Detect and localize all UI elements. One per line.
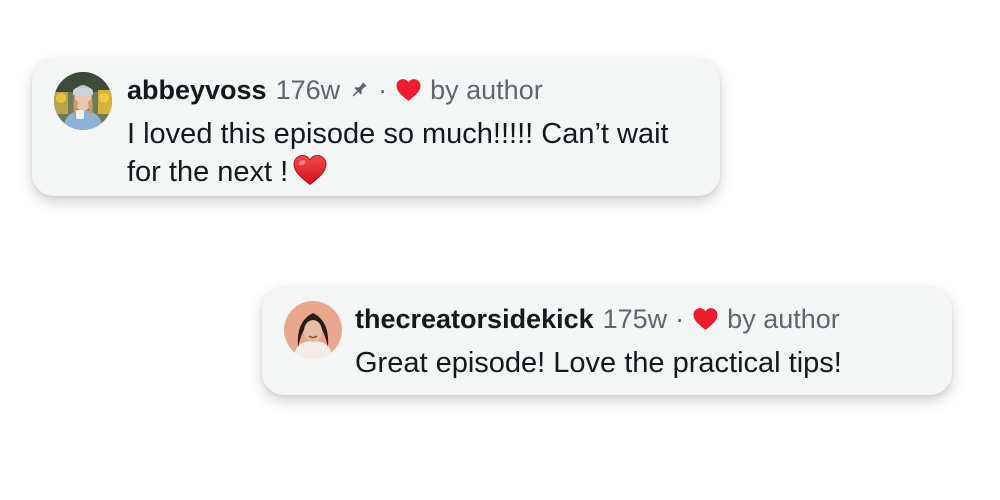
separator-dot: ·	[378, 75, 388, 105]
liked-by-author-label: by author	[727, 304, 840, 334]
username-link[interactable]: abbeyvoss	[127, 74, 267, 106]
separator-dot: ·	[675, 304, 685, 334]
pin-icon	[348, 79, 370, 101]
comment-text: Great episode! Love the practical tips!	[355, 347, 842, 379]
heart-emoji-icon	[292, 154, 328, 186]
avatar-photo-icon	[284, 301, 342, 359]
heart-icon	[692, 307, 719, 331]
comment-header: thecreatorsidekick 175w · by author	[355, 303, 840, 335]
comment-timestamp[interactable]: 176w	[276, 74, 341, 106]
liked-by-author-label: by author	[430, 75, 543, 105]
comment-timestamp[interactable]: 175w	[603, 303, 668, 335]
comment-card: thecreatorsidekick 175w · by author Grea…	[262, 287, 952, 395]
heart-icon	[395, 78, 422, 102]
username-link[interactable]: thecreatorsidekick	[355, 303, 594, 335]
avatar-photo-icon	[54, 72, 112, 130]
avatar[interactable]	[284, 301, 342, 359]
comment-body: Great episode! Love the practical tips!	[355, 344, 935, 382]
comment-card: abbeyvoss 176w · by author I loved this …	[32, 58, 720, 196]
comment-body: I loved this episode so much!!!!! Can’t …	[127, 115, 697, 191]
comment-text: I loved this episode so much!!!!! Can’t …	[127, 118, 669, 188]
avatar[interactable]	[54, 72, 112, 130]
comment-header: abbeyvoss 176w · by author	[127, 74, 543, 106]
comments-canvas: abbeyvoss 176w · by author I loved this …	[0, 0, 1000, 500]
